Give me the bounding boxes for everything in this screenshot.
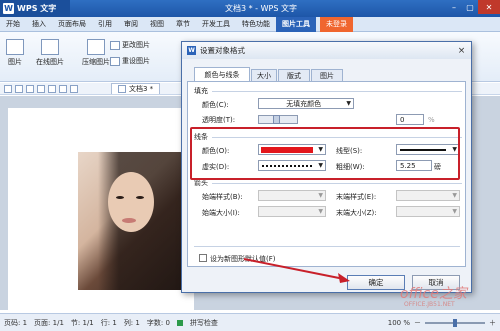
fill-section-title: 填充 [194, 87, 208, 95]
open-icon[interactable] [15, 84, 23, 93]
fill-color-dropdown[interactable]: 无填充颜色 ▼ [258, 98, 354, 109]
zoom-slider[interactable] [425, 318, 485, 327]
menu-references[interactable]: 引用 [92, 17, 118, 32]
watermark-brand: office之家 [400, 286, 467, 302]
menu-bar: 开始 插入 页面布局 引用 审阅 视图 章节 开发工具 特色功能 图片工具 未登… [0, 16, 500, 32]
menu-home[interactable]: 开始 [0, 17, 26, 32]
save-icon[interactable] [26, 84, 34, 93]
spell-check-icon [176, 319, 183, 326]
inserted-photo[interactable] [78, 152, 182, 290]
chevron-down-icon: ▼ [318, 192, 323, 199]
ribbon-compress-picture-button[interactable]: 压缩图片 [82, 39, 110, 67]
zoom-slider-knob[interactable] [453, 318, 457, 327]
redo-icon[interactable] [70, 84, 78, 93]
status-bar: 页码: 1 页面: 1/1 节: 1/1 行: 1 列: 1 字数: 0 拼写检… [0, 313, 500, 331]
chevron-down-icon: ▼ [452, 208, 457, 215]
close-icon[interactable]: ✕ [478, 0, 500, 14]
fill-color-label: 颜色(C): [202, 101, 229, 109]
menu-developer[interactable]: 开发工具 [196, 17, 236, 32]
status-page: 页码: 1 [4, 318, 28, 327]
zoom-out-icon[interactable]: － [414, 318, 421, 328]
zoom-control: 100 % － ＋ [388, 318, 496, 328]
ribbon-change-picture-button[interactable]: 更改图片 [110, 40, 150, 50]
menu-view[interactable]: 视图 [144, 17, 170, 32]
photo-face [108, 172, 154, 232]
ok-button[interactable]: 确定 [347, 275, 405, 290]
status-words: 字数: 0 [146, 318, 170, 327]
fill-divider [212, 91, 462, 92]
dialog-title-bar: W 设置对象格式 [182, 42, 471, 59]
fill-transparency-label: 透明度(T): [202, 116, 236, 124]
compress-icon [87, 39, 105, 55]
end-size-label: 末端大小(Z): [336, 209, 377, 217]
document-tab[interactable]: 文档3 * [111, 83, 161, 94]
minimize-icon[interactable]: – [446, 0, 462, 14]
photo-eye-left [116, 196, 124, 199]
zoom-value: 100 % [387, 318, 410, 327]
watermark-url: OFFICE.JB51.NET [404, 301, 455, 308]
wps-logo-icon: W [3, 3, 14, 14]
reset-picture-icon [110, 56, 120, 66]
title-bar: W WPS 文字 文档3 * - WPS 文字 – ▢ ✕ [0, 0, 500, 17]
transparency-slider[interactable] [258, 115, 298, 124]
photo-eye-right [136, 196, 144, 199]
menu-page-layout[interactable]: 页面布局 [52, 17, 92, 32]
preview-icon[interactable] [48, 84, 56, 93]
arrows-divider [212, 183, 462, 184]
status-pages: 页面: 1/1 [34, 318, 64, 327]
app-name: WPS 文字 [17, 4, 57, 13]
online-picture-icon [41, 39, 59, 55]
status-section: 节: 1/1 [70, 318, 94, 327]
menu-insert[interactable]: 插入 [26, 17, 52, 32]
default-checkbox[interactable] [199, 254, 207, 262]
transparency-slider-thumb[interactable] [273, 115, 280, 124]
document-icon [118, 85, 126, 93]
menu-features[interactable]: 特色功能 [236, 17, 276, 32]
end-size-dropdown[interactable]: ▼ [396, 206, 460, 217]
chevron-down-icon: ▼ [318, 208, 323, 215]
begin-size-dropdown[interactable]: ▼ [258, 206, 326, 217]
photo-lips [122, 218, 136, 223]
dialog-title: 设置对象格式 [200, 46, 245, 55]
ribbon-reset-picture-button[interactable]: 重设图片 [110, 56, 150, 66]
print-icon[interactable] [37, 84, 45, 93]
status-row: 行: 1 [100, 318, 117, 327]
begin-style-label: 始端样式(B): [202, 193, 243, 201]
dialog-close-icon[interactable]: × [456, 45, 467, 56]
ribbon-picture-button[interactable]: 图片 [6, 39, 24, 67]
chevron-down-icon: ▼ [346, 100, 351, 107]
menu-picture-tools[interactable]: 图片工具 [276, 16, 316, 32]
end-style-label: 末端样式(E): [336, 193, 377, 201]
app-logo[interactable]: W WPS 文字 [0, 0, 70, 17]
login-button[interactable]: 未登录 [320, 16, 353, 32]
window-controls: – ▢ ✕ [446, 0, 500, 14]
zoom-in-icon[interactable]: ＋ [489, 318, 496, 328]
end-style-dropdown[interactable]: ▼ [396, 190, 460, 201]
dialog-app-icon: W [187, 46, 196, 55]
line-section-highlight [190, 127, 460, 180]
window-title: 文档3 * - WPS 文字 [225, 4, 297, 13]
tab-colors-lines[interactable]: 颜色与线条 [194, 67, 250, 82]
change-picture-icon [110, 40, 120, 50]
picture-icon [6, 39, 24, 55]
new-doc-icon[interactable] [4, 84, 12, 93]
menu-section[interactable]: 章节 [170, 17, 196, 32]
undo-icon[interactable] [59, 84, 67, 93]
maximize-icon[interactable]: ▢ [462, 0, 478, 14]
status-col: 列: 1 [123, 318, 140, 327]
menu-review[interactable]: 审阅 [118, 17, 144, 32]
transparency-unit: % [428, 116, 435, 124]
annotation-arrow-icon [243, 258, 350, 283]
status-spell-check[interactable]: 拼写检查 [190, 318, 218, 328]
checkbox-divider [194, 246, 460, 247]
begin-size-label: 始端大小(I): [202, 209, 240, 217]
ribbon-online-picture-button[interactable]: 在线图片 [36, 39, 64, 67]
chevron-down-icon: ▼ [452, 192, 457, 199]
begin-style-dropdown[interactable]: ▼ [258, 190, 326, 201]
transparency-input[interactable]: 0 [396, 114, 424, 125]
